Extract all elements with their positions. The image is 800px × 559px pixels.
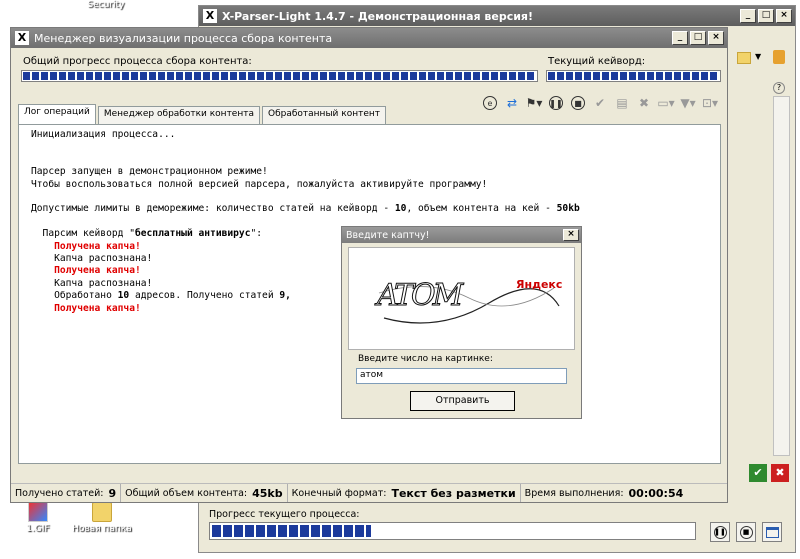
stop-button[interactable]: ■	[569, 94, 587, 112]
flag-button[interactable]: ⚑▾	[525, 94, 543, 112]
side-toolbar-strip: ▼ ? ✔ ✖	[729, 28, 795, 498]
log-line: Допустимые лимиты в деморежиме: количест…	[31, 203, 580, 215]
save-icon: ▤	[616, 96, 628, 110]
current-keyword-bar	[546, 70, 721, 82]
close-button[interactable]: ×	[563, 229, 579, 241]
yandex-logo: Яндекс	[516, 278, 563, 291]
tab-operations-log[interactable]: Лог операций	[18, 104, 96, 124]
status-bar: Получено статей: 9 Общий объем контента: 4…	[11, 483, 727, 502]
current-progress-label: Прогресс текущего процесса:	[209, 509, 360, 520]
stop-button[interactable]: ■	[736, 522, 756, 542]
stop-icon: ■	[571, 96, 585, 110]
help-icon[interactable]: ?	[773, 82, 785, 94]
chevron-down-icon[interactable]: ▼	[755, 52, 761, 61]
maximize-button[interactable]: □	[690, 31, 706, 45]
tab-bar: Лог операций Менеджер обработки контента…	[18, 104, 388, 124]
status-time: Время выполнения: 00:00:54	[524, 486, 684, 500]
app-logo-icon: X	[203, 9, 217, 23]
captcha-input[interactable]: атом	[356, 368, 567, 384]
image-file-icon	[28, 502, 48, 522]
options-icon: ▭▾	[657, 96, 675, 110]
current-keyword-fill	[548, 72, 719, 80]
desktop-icon-gif[interactable]: 1.GIF	[8, 502, 68, 534]
scrollbar-vertical[interactable]	[773, 96, 790, 456]
filter-icon: ▼▾	[680, 96, 696, 110]
pause-icon: ❚❚	[549, 96, 563, 110]
main-window-titlebar[interactable]: X Менеджер визуализации процесса сбора к…	[11, 28, 727, 48]
close-button[interactable]: ×	[776, 9, 792, 23]
check-button[interactable]: ✔	[591, 94, 609, 112]
submit-button[interactable]: Отправить	[410, 391, 515, 411]
pause-button[interactable]: ❚❚	[710, 522, 730, 542]
captcha-prompt: Введите число на картинке:	[358, 354, 493, 364]
current-progress-bar	[209, 522, 696, 540]
filter-button[interactable]: ▼▾	[679, 94, 697, 112]
main-window-title: Менеджер визуализации процесса сбора кон…	[34, 31, 333, 45]
close-button[interactable]: ×	[708, 31, 724, 45]
brush-icon[interactable]	[773, 50, 785, 64]
stop-icon: ■	[739, 525, 753, 539]
cancel-icon[interactable]: ✖	[771, 464, 789, 482]
captcha-title: Введите каптчу!	[346, 229, 430, 241]
minimize-button[interactable]: _	[672, 31, 688, 45]
window-icon	[765, 526, 779, 538]
back-window-title: X-Parser-Light 1.4.7 - Демонстрационная …	[222, 9, 534, 23]
refresh-button[interactable]: ⇄	[503, 94, 521, 112]
status-volume: Общий объем контента: 45kb	[121, 484, 288, 502]
current-progress-fill	[212, 525, 371, 537]
back-window-titlebar[interactable]: X X-Parser-Light 1.4.7 - Демонстрационна…	[199, 6, 795, 26]
minimize-button[interactable]: _	[740, 9, 756, 23]
options-button[interactable]: ▭▾	[657, 94, 675, 112]
tab-content-processing-manager[interactable]: Менеджер обработки контента	[97, 106, 260, 124]
window-button[interactable]	[762, 522, 782, 542]
current-keyword-label: Текущий кейворд:	[548, 56, 646, 67]
status-articles: Получено статей: 9	[11, 484, 122, 502]
captcha-text: ATOM	[376, 278, 463, 314]
delete-button[interactable]: ✖	[635, 94, 653, 112]
web-button[interactable]: e	[481, 94, 499, 112]
captcha-dialog: Введите каптчу! × ATOM Яндекс Введите чи…	[341, 226, 582, 419]
folder-icon[interactable]	[737, 52, 751, 64]
captcha-titlebar[interactable]: Введите каптчу! ×	[342, 227, 581, 243]
desktop-icon-security[interactable]: Security	[76, 0, 136, 10]
pause-button[interactable]: ❚❚	[547, 94, 565, 112]
delete-icon: ✖	[638, 96, 650, 110]
desktop-icon-label: Security	[87, 0, 125, 10]
pause-icon: ❚❚	[713, 525, 727, 539]
log-line: Парсер запущен в демонстрационном режиме…	[31, 166, 268, 178]
overall-progress-label: Общий прогресс процесса сбора контента:	[23, 56, 252, 67]
overall-progress-bar	[21, 70, 538, 82]
desktop-icon-label: Новая папка	[72, 524, 132, 534]
refresh-icon: ⇄	[506, 96, 518, 110]
status-format: Конечный формат: Текст без разметки	[288, 484, 521, 502]
log-line: Чтобы воспользоваться полной версией пар…	[31, 178, 488, 190]
flag-icon: ⚑▾	[525, 96, 543, 110]
toolbar: e ⇄ ⚑▾ ❚❚ ■ ✔ ▤ ✖ ▭▾ ▼▾ ⊡▾	[481, 94, 719, 112]
save-button[interactable]: ▤	[613, 94, 631, 112]
check-icon: ✔	[594, 96, 606, 110]
export-button[interactable]: ⊡▾	[701, 94, 719, 112]
overall-progress-fill	[23, 72, 536, 80]
app-logo-icon: X	[15, 31, 29, 45]
folder-icon	[92, 502, 112, 522]
confirm-icon[interactable]: ✔	[749, 464, 767, 482]
tab-processed-content[interactable]: Обработанный контент	[262, 106, 386, 124]
at-icon: e	[483, 96, 497, 110]
maximize-button[interactable]: □	[758, 9, 774, 23]
log-line: Инициализация процесса...	[31, 129, 176, 140]
progress-area: Общий прогресс процесса сбора контента: …	[21, 54, 721, 90]
captcha-image: ATOM Яндекс	[348, 247, 575, 350]
desktop-icon-label: 1.GIF	[26, 524, 50, 534]
export-icon: ⊡▾	[701, 96, 719, 110]
desktop-icon-new-folder[interactable]: Новая папка	[72, 502, 132, 534]
